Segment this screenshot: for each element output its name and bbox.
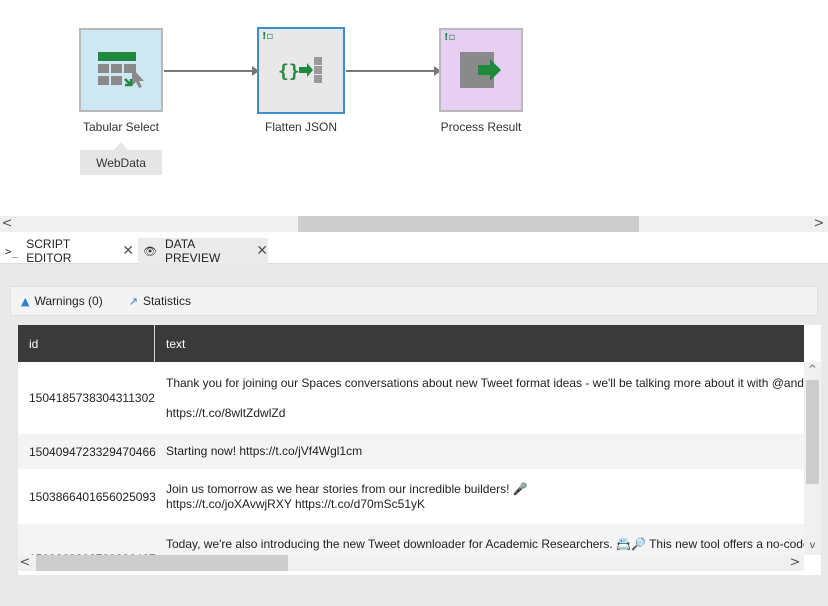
table-row[interactable]: 1503863303709286407 Today, we're also in… [18,524,804,555]
data-preview-panel: ▲ Warnings (0) ↗ Statistics id text 1504… [0,264,828,606]
tabular-select-node[interactable] [79,28,163,112]
process-result-node[interactable]: !▫ [439,28,523,112]
connector-2 [346,66,441,76]
preview-toolbar: ▲ Warnings (0) ↗ Statistics [10,286,818,316]
cell-id: 1503866401656025093 [29,489,156,504]
warnings-label: Warnings (0) [34,294,103,308]
cell-id: 1503863303709286407 [18,524,156,555]
trend-chart-icon: ↗ [128,294,138,308]
cell-id: 1504185738304311302 [29,391,155,405]
column-header-text[interactable]: text [155,325,185,362]
flatten-json-icon: {} [278,56,322,83]
close-icon[interactable]: ✕ [256,243,268,259]
cell-text: Thank you for joining our Spaces convers… [166,376,804,420]
tab-data-preview-label: DATA PREVIEW [164,237,221,265]
canvas-scroll-thumb[interactable] [298,216,639,232]
cell-id: 1504094723329470466 [29,444,156,459]
statistics-label: Statistics [142,294,191,308]
close-icon[interactable]: ✕ [122,243,134,259]
scroll-left-icon[interactable]: < [0,216,14,232]
table-row[interactable]: 1504094723329470466 Starting now! https:… [18,434,804,469]
process-result-icon [460,52,501,88]
process-result-label: Process Result [440,120,522,134]
scroll-right-icon[interactable]: > [812,216,826,232]
cell-text: Join us tomorrow as we hear stories from… [166,482,528,511]
terminal-icon: >_ [5,244,19,258]
flatten-json-node[interactable]: !▫ {} [257,27,345,114]
column-header-id[interactable]: id [18,325,155,362]
data-grid[interactable]: id text 1504185738304311302 Thank you fo… [18,325,821,575]
grid-header: id text [18,325,804,362]
grid-vertical-thumb[interactable] [806,380,819,484]
tab-data-preview[interactable]: 👁 DATA PREVIEW ✕ [138,237,268,265]
connector-1 [164,66,259,76]
grid-body: 1504185738304311302 Thank you for joinin… [18,362,804,555]
grid-horizontal-thumb[interactable] [36,555,288,571]
warnings-button[interactable]: ▲ Warnings (0) [21,294,103,308]
source-tag[interactable]: WebData [80,142,162,175]
warning-icon: ▲ [21,294,30,308]
scroll-right-icon[interactable]: > [788,555,802,571]
flag-icon: !▫ [444,32,456,43]
grid-horizontal-scrollbar[interactable]: < > [18,555,804,571]
cell-text: Today, we're also introducing the new Tw… [166,537,804,551]
workflow-canvas[interactable]: Tabular Select !▫ {} Flatten JSON !▫ Pro… [0,0,828,232]
table-row[interactable]: 1504185738304311302 Thank you for joinin… [18,362,804,434]
scroll-left-icon[interactable]: < [18,555,32,571]
flag-icon: !▫ [262,31,274,42]
scroll-up-icon[interactable]: ^ [804,364,821,375]
tabular-select-icon [98,52,144,88]
table-row[interactable]: 1503866401656025093 Join us tomorrow as … [18,469,804,524]
svg-text:{}: {} [278,61,300,82]
grid-vertical-scrollbar[interactable]: ^ v [804,362,821,555]
statistics-button[interactable]: ↗ Statistics [129,294,191,308]
canvas-horizontal-scrollbar[interactable]: < > [0,216,828,232]
scroll-down-icon[interactable]: v [804,540,821,551]
eye-icon: 👁 [143,244,157,258]
flatten-json-label: Flatten JSON [264,120,338,134]
tab-script-editor[interactable]: >_ SCRIPT EDITOR ✕ [0,237,134,265]
bottom-tab-bar: >_ SCRIPT EDITOR ✕ 👁 DATA PREVIEW ✕ [0,237,828,265]
tabular-select-label: Tabular Select [82,120,160,134]
cell-text: Starting now! https://t.co/jVf4Wgl1cm [166,444,363,458]
tab-script-editor-label: SCRIPT EDITOR [26,237,72,265]
